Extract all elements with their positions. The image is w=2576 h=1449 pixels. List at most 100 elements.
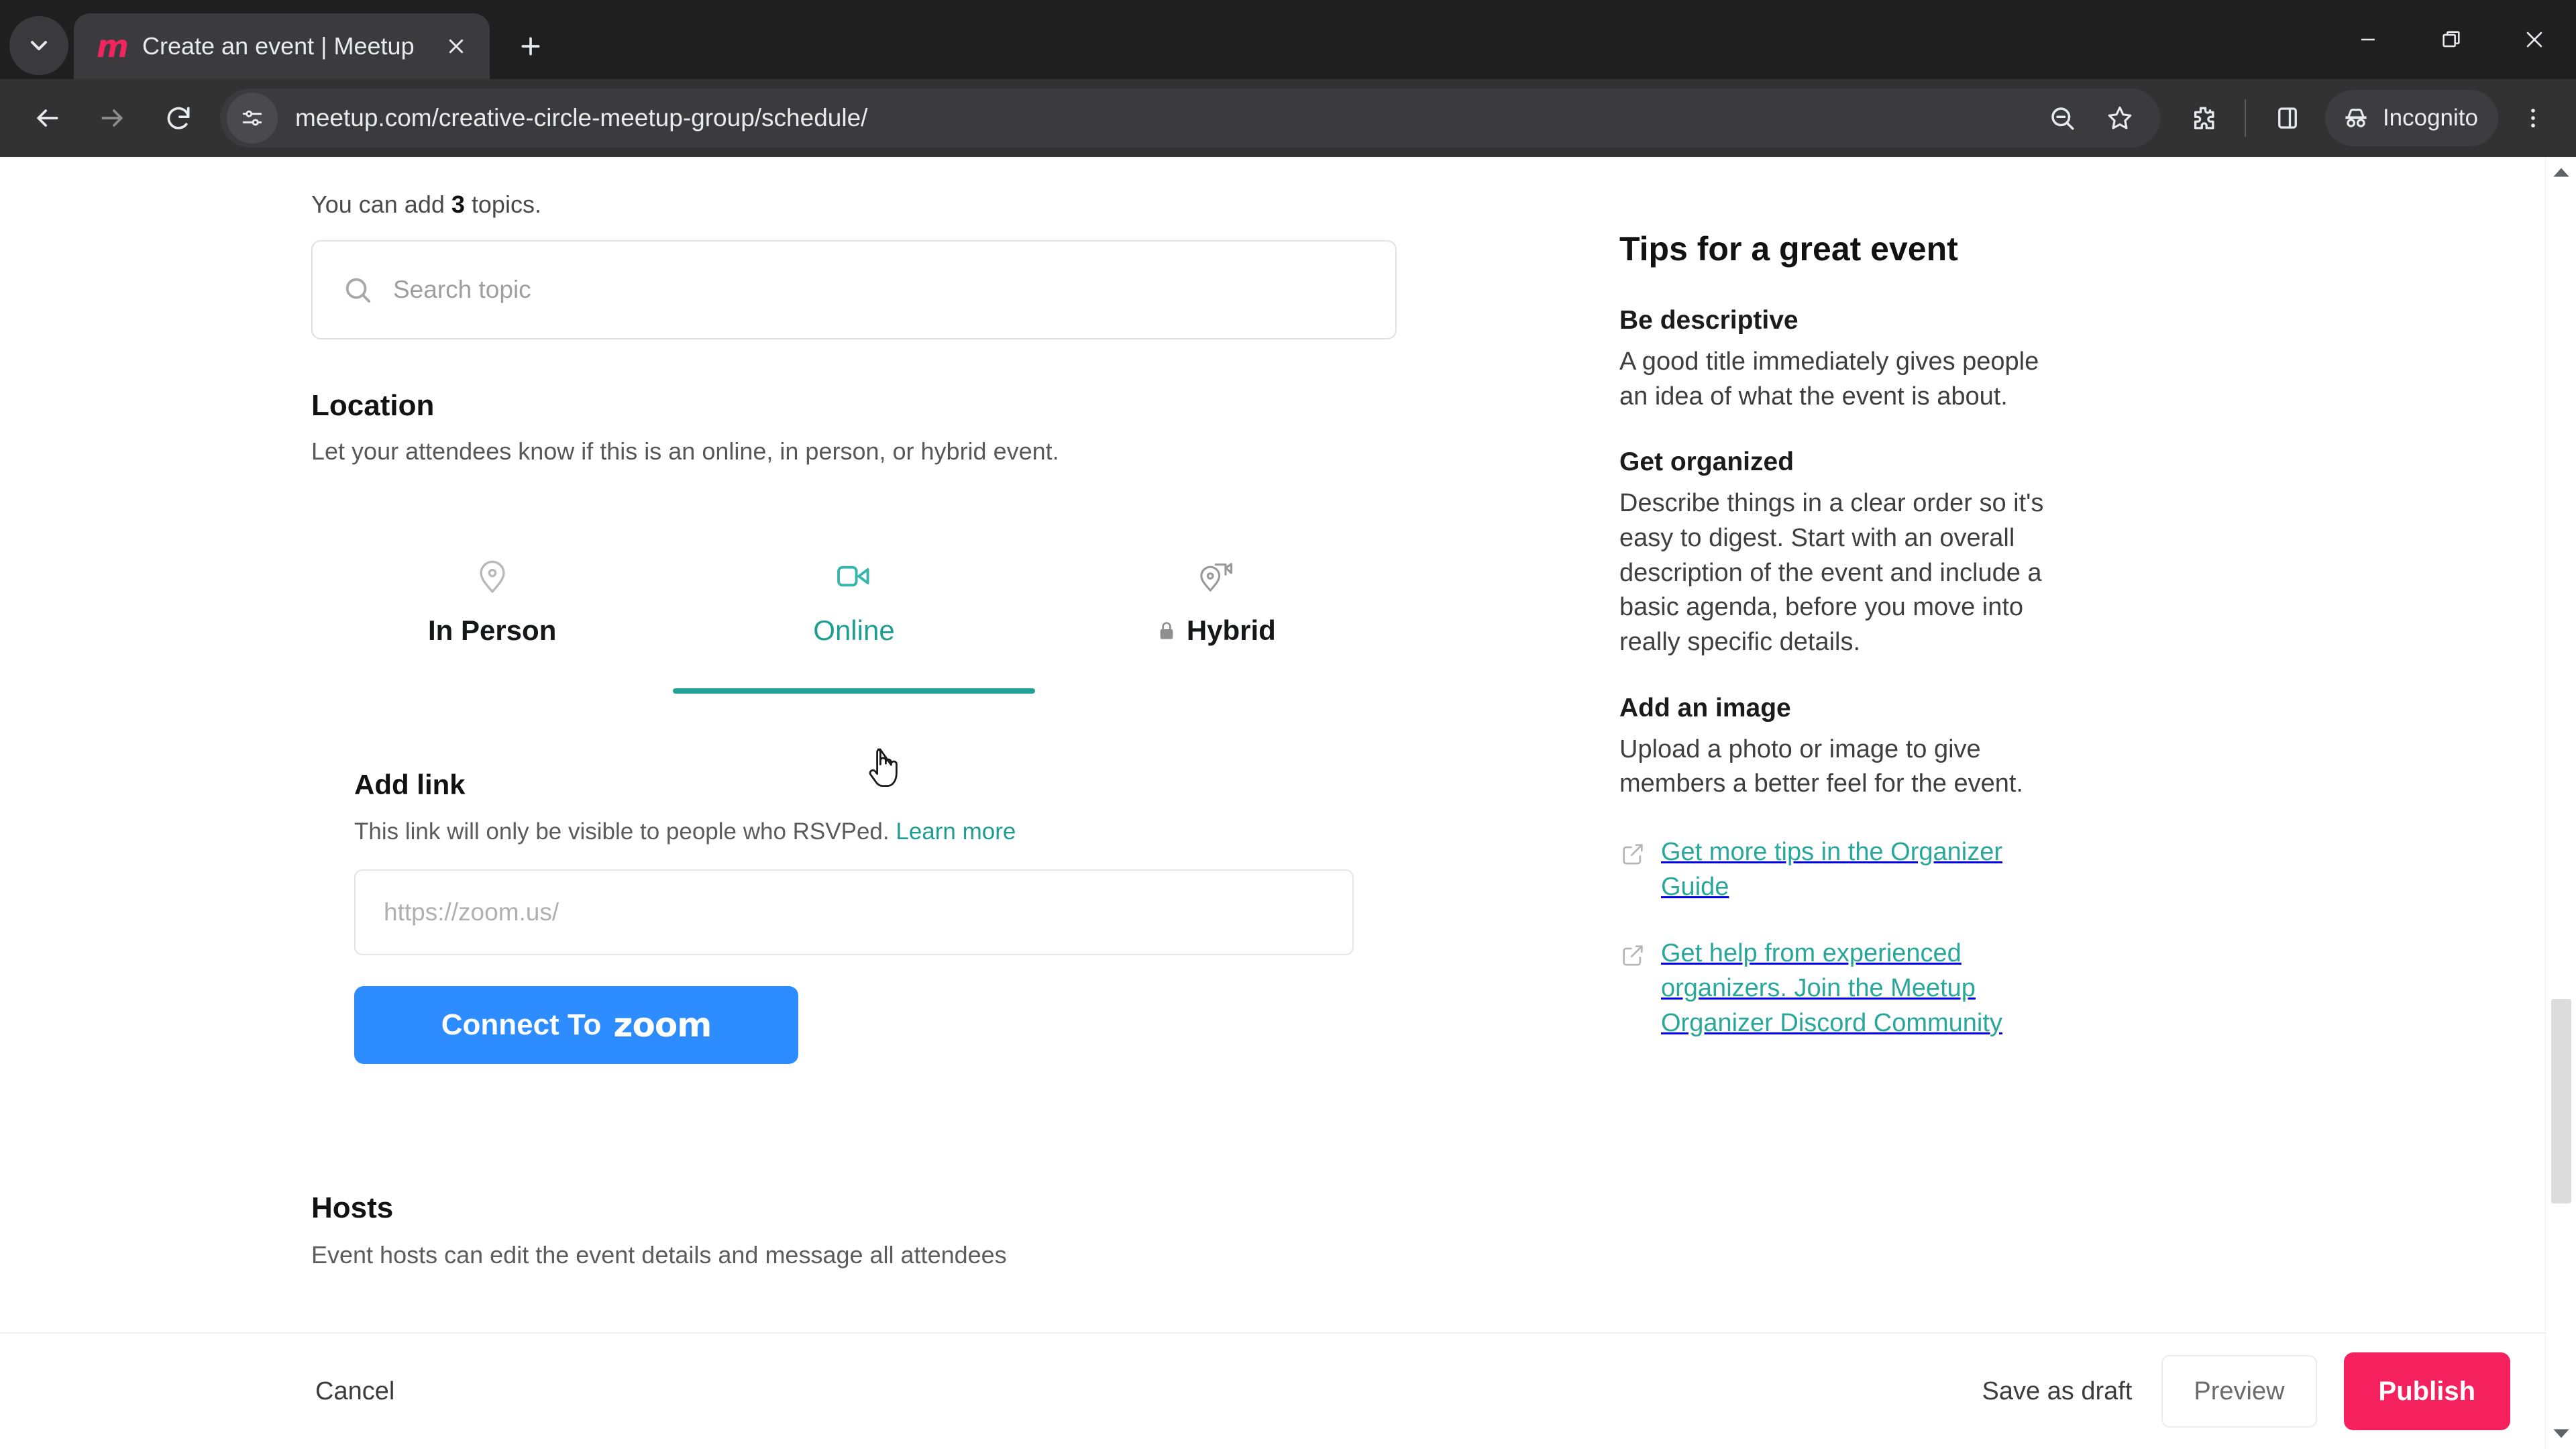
chevron-down-icon <box>31 41 47 50</box>
tab-hybrid-label: Hybrid <box>1156 614 1276 647</box>
plus-icon <box>521 37 540 56</box>
reload-icon <box>167 107 190 129</box>
location-section-subtitle: Let your attendees know if this is an on… <box>311 437 1059 465</box>
address-bar[interactable]: meetup.com/creative-circle-meetup-group/… <box>220 89 2160 148</box>
side-panel-icon <box>2278 107 2297 129</box>
incognito-indicator[interactable]: Incognito <box>2324 90 2498 146</box>
topics-note-suffix: topics. <box>464 191 541 218</box>
location-type-tabs: In Person Online Hybrid <box>311 527 1397 694</box>
tab-underline <box>311 688 673 694</box>
primary-actions: Save as draft Preview Publish <box>1952 1352 2510 1430</box>
add-link-section: Add link This link will only be visible … <box>311 769 1395 1064</box>
close-icon <box>2526 32 2542 48</box>
cancel-button[interactable]: Cancel <box>315 1377 394 1406</box>
tab-hybrid[interactable]: Hybrid <box>1035 527 1397 647</box>
forward-button[interactable] <box>82 87 144 149</box>
learn-more-link[interactable]: Learn more <box>896 818 1016 845</box>
save-as-draft-button[interactable]: Save as draft <box>1952 1377 2161 1406</box>
extensions-button[interactable] <box>2175 90 2231 146</box>
new-tab-button[interactable] <box>506 21 555 71</box>
tips-title: Tips for a great event <box>1619 230 1958 268</box>
restore-icon <box>2443 31 2460 48</box>
window-controls <box>2326 0 2576 79</box>
page-scrollbar[interactable] <box>2545 157 2576 1449</box>
hosts-title: Hosts <box>311 1191 394 1224</box>
chrome-menu-button[interactable] <box>2506 91 2560 145</box>
chevron-down-icon <box>2553 1429 2569 1438</box>
tips-column: Tips for a great event Be descriptive A … <box>1395 157 2066 1269</box>
publish-button[interactable]: Publish <box>2343 1352 2510 1430</box>
tip-body: Upload a photo or image to give members … <box>1619 735 2023 798</box>
tab-search-button[interactable] <box>9 16 68 75</box>
connect-to-zoom-text: Connect To <box>441 1008 602 1041</box>
tab-online-label: Online <box>813 614 894 647</box>
add-link-title: Add link <box>354 769 466 800</box>
tab-underline <box>1035 688 1397 694</box>
preview-button[interactable]: Preview <box>2161 1355 2317 1428</box>
meetup-logo-icon: m <box>97 28 129 64</box>
topic-search-field[interactable]: Search topic <box>311 240 1397 339</box>
tab-label-text: In Person <box>427 614 557 646</box>
extensions-puzzle-icon <box>2194 107 2214 129</box>
add-link-description: This link will only be visible to people… <box>354 818 1395 845</box>
tab-title: Create an event | Meetup <box>142 32 415 60</box>
tip-heading: Get organized <box>1619 447 1794 477</box>
tab-strip: m Create an event | Meetup <box>0 0 2576 79</box>
lock-icon <box>1160 622 1173 639</box>
map-pin-camera-icon <box>1200 563 1233 592</box>
tip-item: Get organized Describe things in a clear… <box>1619 447 2066 659</box>
toolbar-divider <box>2244 99 2246 137</box>
minimize-button[interactable] <box>2326 0 2410 79</box>
arrow-right-icon <box>101 109 123 127</box>
scrollbar-thumb[interactable] <box>2551 999 2571 1203</box>
discord-community-link-text: Get help from experienced organizers. Jo… <box>1661 939 2002 1037</box>
page-viewport: You can add 3 topics. Search topic Locat… <box>0 157 2576 1449</box>
form-action-bar: Cancel Save as draft Preview Publish <box>0 1332 2545 1449</box>
discord-community-link[interactable]: Get help from experienced organizers. Jo… <box>1619 936 2066 1040</box>
omnibox-actions <box>2038 94 2144 142</box>
tip-item: Add an image Upload a photo or image to … <box>1619 694 2066 802</box>
close-window-button[interactable] <box>2493 0 2576 79</box>
topics-count: 3 <box>451 191 465 218</box>
scroll-down-button[interactable] <box>2546 1418 2576 1449</box>
hosts-section: Hosts Event hosts can edit the event det… <box>311 1191 1395 1269</box>
site-settings-button[interactable] <box>227 93 278 144</box>
zoom-out-button[interactable] <box>2038 94 2086 142</box>
tab-underline-active <box>673 688 1035 694</box>
back-button[interactable] <box>16 87 78 149</box>
external-link-icon <box>1623 945 1643 966</box>
chevron-up-icon <box>2553 168 2569 177</box>
tab-in-person-label: In Person <box>428 614 556 647</box>
bookmark-button[interactable] <box>2096 94 2144 142</box>
url-text: meetup.com/creative-circle-meetup-group/… <box>295 104 868 131</box>
side-panel-button[interactable] <box>2259 90 2316 146</box>
organizer-guide-link-text: Get more tips in the Organizer Guide <box>1661 838 2002 901</box>
video-camera-icon <box>837 566 869 587</box>
tip-heading: Add an image <box>1619 693 1791 722</box>
reload-button[interactable] <box>148 87 209 149</box>
tip-item: Be descriptive A good title immediately … <box>1619 306 2066 414</box>
map-pin-camera-icon-wrap <box>1196 538 1235 596</box>
event-form-column: You can add 3 topics. Search topic Locat… <box>0 157 1397 1269</box>
tune-sliders-icon <box>242 110 262 126</box>
bookmark-star-icon <box>2108 106 2132 129</box>
organizer-guide-link[interactable]: Get more tips in the Organizer Guide <box>1619 835 2066 904</box>
tab-online[interactable]: Online <box>673 527 1035 694</box>
event-link-placeholder: https://zoom.us/ <box>384 898 559 926</box>
scroll-up-button[interactable] <box>2546 157 2576 188</box>
kebab-menu-icon <box>2531 109 2535 127</box>
tab-in-person[interactable]: In Person <box>311 527 673 647</box>
browser-window: m Create an event | Meetup meetup.com/cr… <box>0 0 2576 1449</box>
browser-tab-active[interactable]: m Create an event | Meetup <box>74 13 490 79</box>
tab-label-text: Hybrid <box>1186 614 1276 646</box>
tab-label-text: Online <box>813 614 895 646</box>
connect-to-zoom-button[interactable]: Connect To zoom <box>354 986 798 1064</box>
search-icon <box>345 278 371 303</box>
topics-helper-text: You can add 3 topics. <box>311 191 1395 219</box>
tab-close-button[interactable] <box>437 28 475 65</box>
event-link-input[interactable]: https://zoom.us/ <box>354 869 1354 955</box>
close-icon <box>449 39 464 54</box>
maximize-button[interactable] <box>2410 0 2493 79</box>
incognito-label: Incognito <box>2382 105 2478 131</box>
incognito-icon <box>2345 108 2367 127</box>
